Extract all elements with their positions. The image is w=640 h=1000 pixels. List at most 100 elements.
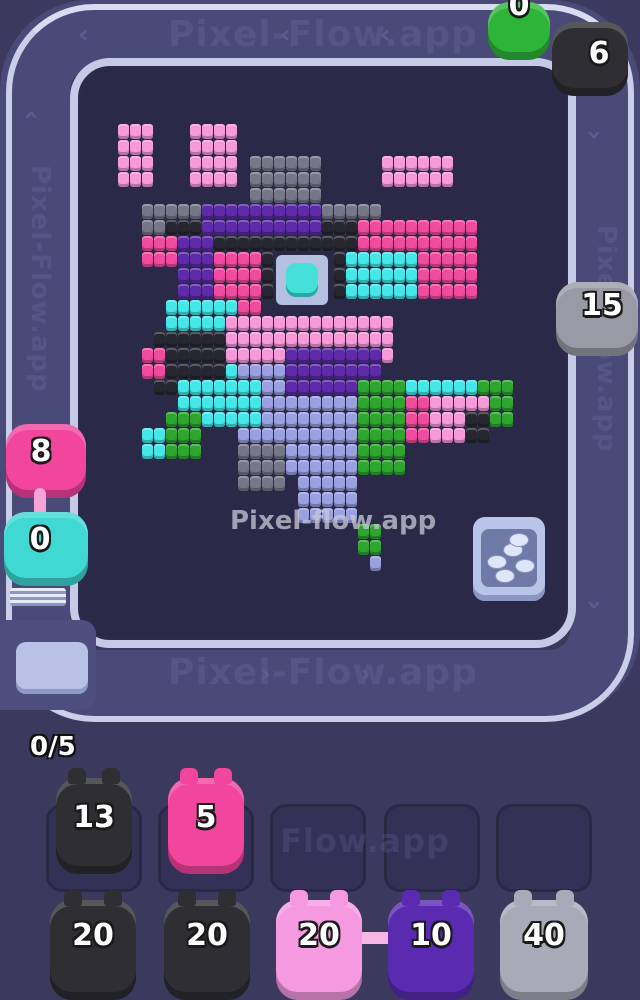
pixel-block	[346, 364, 357, 379]
pixel-block	[274, 204, 285, 219]
pixel-block	[130, 124, 141, 139]
pixel-block	[298, 172, 309, 187]
pixel-block	[346, 412, 357, 427]
queue-creature-pink[interactable]: 20	[276, 890, 362, 1000]
pixel-block	[262, 332, 273, 347]
queue-creature-purple[interactable]: 10	[388, 890, 474, 1000]
pixel-block	[142, 204, 153, 219]
pixel-block	[394, 268, 405, 283]
pixel-block	[322, 316, 333, 331]
pixel-block	[346, 204, 357, 219]
pixel-block	[406, 412, 417, 427]
pixel-block	[250, 380, 261, 395]
pixel-block	[454, 396, 465, 411]
pixel-block	[214, 140, 225, 155]
pixel-block	[214, 380, 225, 395]
pixel-block	[442, 156, 453, 171]
pixel-block	[238, 204, 249, 219]
pixel-block	[418, 172, 429, 187]
creature-cyan-left[interactable]: 0	[4, 512, 88, 586]
pixel-block	[190, 140, 201, 155]
pixel-block	[274, 428, 285, 443]
pixel-block	[190, 236, 201, 251]
pixel-block	[430, 236, 441, 251]
pixel-block	[286, 428, 297, 443]
pixel-block	[298, 156, 309, 171]
queue-creature-black-1[interactable]: 20	[50, 890, 136, 1000]
pixel-block	[310, 156, 321, 171]
pixel-block	[154, 380, 165, 395]
pixel-block	[142, 252, 153, 267]
pixel-block	[250, 204, 261, 219]
creature-black-top[interactable]: 6	[552, 22, 628, 96]
pixel-block	[382, 332, 393, 347]
pixel-block	[358, 412, 369, 427]
pixel-block	[466, 412, 477, 427]
pixel-block	[166, 300, 177, 315]
pixel-block	[250, 156, 261, 171]
pixel-block	[166, 236, 177, 251]
pixel-block	[250, 236, 261, 251]
pixel-block	[238, 412, 249, 427]
pixel-block	[214, 156, 225, 171]
pixel-block	[298, 492, 309, 507]
pixel-block	[418, 428, 429, 443]
pixel-block	[154, 348, 165, 363]
pixel-block	[154, 428, 165, 443]
pixel-block	[430, 172, 441, 187]
pixel-block	[334, 396, 345, 411]
pixel-block	[262, 156, 273, 171]
pixel-block	[250, 300, 261, 315]
pixel-block	[190, 332, 201, 347]
pixel-block	[370, 396, 381, 411]
pixel-block	[250, 428, 261, 443]
pixel-block	[190, 380, 201, 395]
pixel-block	[310, 220, 321, 235]
pixel-block	[442, 380, 453, 395]
creature-gray-right[interactable]: 15	[556, 282, 638, 356]
pixel-block	[238, 460, 249, 475]
pixel-block	[394, 380, 405, 395]
pixel-block	[370, 284, 381, 299]
pixel-block	[298, 412, 309, 427]
pixel-block	[298, 364, 309, 379]
pixel-block	[226, 220, 237, 235]
pixel-block	[226, 380, 237, 395]
pixel-block	[298, 460, 309, 475]
pixel-block	[394, 236, 405, 251]
pixel-block	[142, 140, 153, 155]
pixel-block	[370, 364, 381, 379]
pixel-block	[130, 140, 141, 155]
queue-creature-gray[interactable]: 40	[500, 890, 588, 1000]
pixel-block	[454, 268, 465, 283]
pixel-block	[382, 172, 393, 187]
pixel-block	[478, 428, 489, 443]
pixel-block	[178, 428, 189, 443]
pixel-block	[178, 348, 189, 363]
pixel-block	[226, 316, 237, 331]
pixel-block	[166, 252, 177, 267]
pixel-block	[178, 236, 189, 251]
creature-green-top[interactable]: 0	[488, 0, 550, 60]
waiting-creature-pink[interactable]: 5	[168, 768, 244, 874]
pixel-block	[358, 220, 369, 235]
pixel-block	[214, 316, 225, 331]
waiting-creature-black[interactable]: 13	[56, 768, 132, 874]
pixel-block	[310, 172, 321, 187]
launch-dock	[0, 620, 96, 710]
waiting-slot[interactable]	[496, 804, 592, 892]
creature-pink-left[interactable]: 8	[6, 424, 86, 498]
pixel-block	[202, 252, 213, 267]
pixel-block	[142, 172, 153, 187]
pixel-block	[442, 268, 453, 283]
pixel-block	[310, 332, 321, 347]
pixel-block	[238, 396, 249, 411]
pixel-block	[310, 428, 321, 443]
pixel-block	[394, 444, 405, 459]
pixel-block	[190, 268, 201, 283]
pixel-block	[382, 460, 393, 475]
queue-creature-black-2[interactable]: 20	[164, 890, 250, 1000]
pixel-block	[238, 380, 249, 395]
pixel-block	[322, 348, 333, 363]
pixel-block	[130, 156, 141, 171]
